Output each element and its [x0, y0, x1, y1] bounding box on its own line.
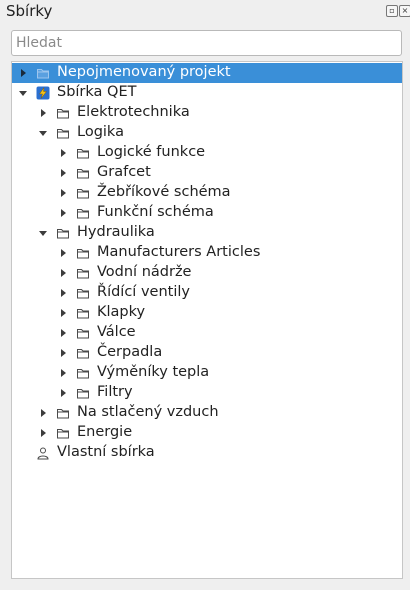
tree-item-label: Na stlačený vzduch [77, 404, 219, 420]
folder-icon [56, 106, 70, 120]
tree-item[interactable]: Logika [12, 123, 402, 143]
tree-item-label: Sbírka QET [57, 84, 137, 100]
chevron-right-icon[interactable] [58, 328, 68, 338]
tree-item-label: Výměníky tepla [97, 364, 210, 380]
folder-icon [76, 246, 90, 260]
qet-lightning-icon [36, 86, 50, 100]
panel-titlebar: Sbírky ▫ × [0, 0, 410, 24]
chevron-right-icon[interactable] [58, 248, 68, 258]
tree-item[interactable]: Výměníky tepla [12, 363, 402, 383]
folder-icon [76, 346, 90, 360]
tree-item[interactable]: Vodní nádrže [12, 263, 402, 283]
tree-item[interactable]: Nepojmenovaný projekt [12, 63, 402, 83]
chevron-right-icon[interactable] [58, 288, 68, 298]
folder-icon [56, 406, 70, 420]
tree-item[interactable]: Vlastní sbírka [12, 443, 402, 463]
tree-item[interactable]: Řídící ventily [12, 283, 402, 303]
folder-icon [76, 386, 90, 400]
folder-icon [76, 206, 90, 220]
user-icon [36, 446, 50, 460]
tree-item[interactable]: Klapky [12, 303, 402, 323]
folder-icon [76, 366, 90, 380]
folder-icon [76, 326, 90, 340]
tree-item-label: Vlastní sbírka [57, 444, 155, 460]
tree-item-label: Vodní nádrže [97, 264, 192, 280]
folder-icon [76, 166, 90, 180]
panel-title: Sbírky [6, 2, 53, 20]
folder-icon [56, 426, 70, 440]
tree-item[interactable]: Grafcet [12, 163, 402, 183]
tree-item[interactable]: Funkční schéma [12, 203, 402, 223]
tree-item-label: Manufacturers Articles [97, 244, 261, 260]
tree-item[interactable]: Filtry [12, 383, 402, 403]
tree-item-label: Klapky [97, 304, 146, 320]
tree-item-label: Energie [77, 424, 133, 440]
chevron-right-icon[interactable] [18, 68, 28, 78]
folder-icon [56, 126, 70, 140]
chevron-right-icon[interactable] [58, 208, 68, 218]
chevron-right-icon[interactable] [58, 308, 68, 318]
tree-item-label: Čerpadla [97, 344, 163, 360]
tree-item-label: Logika [77, 124, 124, 140]
folder-icon [56, 226, 70, 240]
folder-icon [76, 186, 90, 200]
search-input[interactable] [11, 30, 402, 56]
folder-icon [76, 306, 90, 320]
chevron-right-icon[interactable] [58, 388, 68, 398]
chevron-down-icon[interactable] [18, 88, 28, 98]
tree-item[interactable]: Čerpadla [12, 343, 402, 363]
folder-icon [76, 286, 90, 300]
chevron-right-icon[interactable] [58, 148, 68, 158]
collection-tree[interactable]: Nepojmenovaný projekt Sbírka QET Elektrote… [11, 61, 403, 579]
chevron-right-icon[interactable] [38, 408, 48, 418]
chevron-right-icon[interactable] [58, 268, 68, 278]
tree-item[interactable]: Žebříkové schéma [12, 183, 402, 203]
chevron-right-icon[interactable] [58, 168, 68, 178]
tree-item[interactable]: Hydraulika [12, 223, 402, 243]
tree-item-label: Logické funkce [97, 144, 206, 160]
tree-item[interactable]: Manufacturers Articles [12, 243, 402, 263]
chevron-right-icon[interactable] [58, 368, 68, 378]
chevron-down-icon[interactable] [38, 128, 48, 138]
tree-item[interactable]: Logické funkce [12, 143, 402, 163]
float-icon[interactable]: ▫ [386, 5, 398, 17]
folder-icon [76, 266, 90, 280]
tree-item[interactable]: Elektrotechnika [12, 103, 402, 123]
chevron-right-icon[interactable] [58, 188, 68, 198]
tree-item-label: Žebříkové schéma [97, 184, 231, 200]
tree-item[interactable]: Energie [12, 423, 402, 443]
tree-item-label: Funkční schéma [97, 204, 214, 220]
chevron-right-icon[interactable] [58, 348, 68, 358]
tree-item[interactable]: Sbírka QET [12, 83, 402, 103]
tree-item-label: Řídící ventily [97, 284, 190, 300]
tree-item-label: Elektrotechnika [77, 104, 190, 120]
tree-item-label: Grafcet [97, 164, 151, 180]
tree-item-label: Filtry [97, 384, 133, 400]
tree-item-label: Hydraulika [77, 224, 155, 240]
tree-item-label: Válce [97, 324, 136, 340]
chevron-right-icon[interactable] [38, 108, 48, 118]
chevron-right-icon[interactable] [38, 428, 48, 438]
project-icon [36, 66, 50, 80]
tree-item-label: Nepojmenovaný projekt [57, 64, 231, 80]
folder-icon [76, 146, 90, 160]
tree-item[interactable]: Na stlačený vzduch [12, 403, 402, 423]
close-icon[interactable]: × [399, 5, 410, 17]
tree-item[interactable]: Válce [12, 323, 402, 343]
chevron-down-icon[interactable] [38, 228, 48, 238]
